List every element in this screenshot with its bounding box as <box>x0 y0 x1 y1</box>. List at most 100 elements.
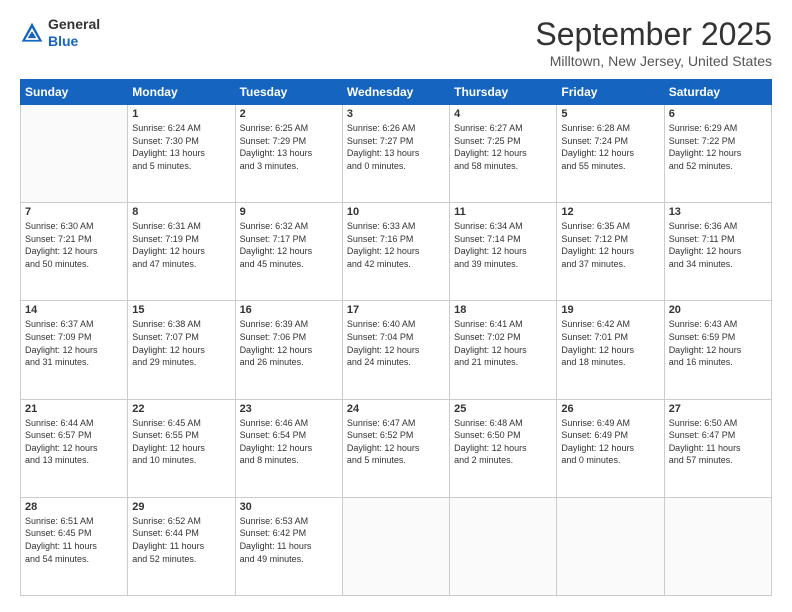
day-number: 8 <box>132 206 230 218</box>
table-row: 14 Sunrise: 6:37 AM Sunset: 7:09 PM Dayli… <box>21 301 128 399</box>
day-number: 29 <box>132 501 230 513</box>
day-info: Sunrise: 6:27 AM Sunset: 7:25 PM Dayligh… <box>454 122 552 172</box>
logo-blue: Blue <box>48 33 100 50</box>
day-number: 28 <box>25 501 123 513</box>
table-row <box>21 105 128 203</box>
day-number: 23 <box>240 403 338 415</box>
day-info: Sunrise: 6:30 AM Sunset: 7:21 PM Dayligh… <box>25 220 123 270</box>
day-info: Sunrise: 6:42 AM Sunset: 7:01 PM Dayligh… <box>561 318 659 368</box>
weekday-header-row: Sunday Monday Tuesday Wednesday Thursday… <box>21 80 772 105</box>
day-info: Sunrise: 6:45 AM Sunset: 6:55 PM Dayligh… <box>132 417 230 467</box>
table-row: 1 Sunrise: 6:24 AM Sunset: 7:30 PM Daylig… <box>128 105 235 203</box>
calendar-week-row: 21Sunrise: 6:44 AM Sunset: 6:57 PM Dayli… <box>21 399 772 497</box>
table-row: 11 Sunrise: 6:34 AM Sunset: 7:14 PM Dayli… <box>450 203 557 301</box>
table-row: 23 Sunrise: 6:46 AM Sunset: 6:54 PM Dayli… <box>235 399 342 497</box>
day-info: Sunrise: 6:24 AM Sunset: 7:30 PM Dayligh… <box>132 122 230 172</box>
table-row: 10 Sunrise: 6:33 AM Sunset: 7:16 PM Dayli… <box>342 203 449 301</box>
day-number: 27 <box>669 403 767 415</box>
table-row: 27 Sunrise: 6:50 AM Sunset: 6:47 PM Dayli… <box>664 399 771 497</box>
title-block: September 2025 Milltown, New Jersey, Uni… <box>535 16 772 69</box>
day-number: 3 <box>347 108 445 120</box>
day-info: Sunrise: 6:25 AM Sunset: 7:29 PM Dayligh… <box>240 122 338 172</box>
day-info: Sunrise: 6:47 AM Sunset: 6:52 PM Dayligh… <box>347 417 445 467</box>
day-info: Sunrise: 6:36 AM Sunset: 7:11 PM Dayligh… <box>669 220 767 270</box>
day-info: Sunrise: 6:33 AM Sunset: 7:16 PM Dayligh… <box>347 220 445 270</box>
day-number: 2 <box>240 108 338 120</box>
day-number: 7 <box>25 206 123 218</box>
calendar-week-row: 1 Sunrise: 6:24 AM Sunset: 7:30 PM Daylig… <box>21 105 772 203</box>
day-info: Sunrise: 6:48 AM Sunset: 6:50 PM Dayligh… <box>454 417 552 467</box>
table-row: 5 Sunrise: 6:28 AM Sunset: 7:24 PM Daylig… <box>557 105 664 203</box>
day-number: 18 <box>454 304 552 316</box>
day-info: Sunrise: 6:46 AM Sunset: 6:54 PM Dayligh… <box>240 417 338 467</box>
table-row: 22 Sunrise: 6:45 AM Sunset: 6:55 PM Dayli… <box>128 399 235 497</box>
logo-text: General Blue <box>48 16 100 50</box>
day-number: 17 <box>347 304 445 316</box>
table-row: 24Sunrise: 6:47 AM Sunset: 6:52 PM Dayli… <box>342 399 449 497</box>
table-row: 13 Sunrise: 6:36 AM Sunset: 7:11 PM Dayli… <box>664 203 771 301</box>
day-info: Sunrise: 6:29 AM Sunset: 7:22 PM Dayligh… <box>669 122 767 172</box>
day-info: Sunrise: 6:53 AM Sunset: 6:42 PM Dayligh… <box>240 515 338 565</box>
table-row: 20 Sunrise: 6:43 AM Sunset: 6:59 PM Dayli… <box>664 301 771 399</box>
logo: General Blue <box>20 16 100 50</box>
day-info: Sunrise: 6:43 AM Sunset: 6:59 PM Dayligh… <box>669 318 767 368</box>
day-info: Sunrise: 6:40 AM Sunset: 7:04 PM Dayligh… <box>347 318 445 368</box>
table-row <box>450 497 557 595</box>
header-sunday: Sunday <box>21 80 128 105</box>
day-number: 5 <box>561 108 659 120</box>
calendar-week-row: 28Sunrise: 6:51 AM Sunset: 6:45 PM Dayli… <box>21 497 772 595</box>
day-number: 14 <box>25 304 123 316</box>
day-info: Sunrise: 6:50 AM Sunset: 6:47 PM Dayligh… <box>669 417 767 467</box>
table-row: 18Sunrise: 6:41 AM Sunset: 7:02 PM Dayli… <box>450 301 557 399</box>
table-row: 25 Sunrise: 6:48 AM Sunset: 6:50 PM Dayli… <box>450 399 557 497</box>
table-row <box>557 497 664 595</box>
table-row: 2 Sunrise: 6:25 AM Sunset: 7:29 PM Daylig… <box>235 105 342 203</box>
table-row: 21Sunrise: 6:44 AM Sunset: 6:57 PM Dayli… <box>21 399 128 497</box>
day-number: 30 <box>240 501 338 513</box>
header-friday: Friday <box>557 80 664 105</box>
day-number: 25 <box>454 403 552 415</box>
table-row <box>664 497 771 595</box>
day-info: Sunrise: 6:52 AM Sunset: 6:44 PM Dayligh… <box>132 515 230 565</box>
day-info: Sunrise: 6:35 AM Sunset: 7:12 PM Dayligh… <box>561 220 659 270</box>
day-number: 11 <box>454 206 552 218</box>
day-number: 9 <box>240 206 338 218</box>
header: General Blue September 2025 Milltown, Ne… <box>20 16 772 69</box>
calendar-table: Sunday Monday Tuesday Wednesday Thursday… <box>20 79 772 596</box>
day-info: Sunrise: 6:37 AM Sunset: 7:09 PM Dayligh… <box>25 318 123 368</box>
day-number: 1 <box>132 108 230 120</box>
table-row: 3 Sunrise: 6:26 AM Sunset: 7:27 PM Daylig… <box>342 105 449 203</box>
table-row: 19Sunrise: 6:42 AM Sunset: 7:01 PM Dayli… <box>557 301 664 399</box>
day-number: 6 <box>669 108 767 120</box>
day-number: 22 <box>132 403 230 415</box>
day-info: Sunrise: 6:34 AM Sunset: 7:14 PM Dayligh… <box>454 220 552 270</box>
header-thursday: Thursday <box>450 80 557 105</box>
day-number: 15 <box>132 304 230 316</box>
day-info: Sunrise: 6:39 AM Sunset: 7:06 PM Dayligh… <box>240 318 338 368</box>
table-row: 16Sunrise: 6:39 AM Sunset: 7:06 PM Dayli… <box>235 301 342 399</box>
day-number: 12 <box>561 206 659 218</box>
header-wednesday: Wednesday <box>342 80 449 105</box>
day-info: Sunrise: 6:38 AM Sunset: 7:07 PM Dayligh… <box>132 318 230 368</box>
table-row: 12 Sunrise: 6:35 AM Sunset: 7:12 PM Dayli… <box>557 203 664 301</box>
day-number: 10 <box>347 206 445 218</box>
table-row: 8 Sunrise: 6:31 AM Sunset: 7:19 PM Daylig… <box>128 203 235 301</box>
day-info: Sunrise: 6:32 AM Sunset: 7:17 PM Dayligh… <box>240 220 338 270</box>
table-row <box>342 497 449 595</box>
table-row: 28Sunrise: 6:51 AM Sunset: 6:45 PM Dayli… <box>21 497 128 595</box>
day-number: 13 <box>669 206 767 218</box>
header-tuesday: Tuesday <box>235 80 342 105</box>
day-info: Sunrise: 6:31 AM Sunset: 7:19 PM Dayligh… <box>132 220 230 270</box>
header-monday: Monday <box>128 80 235 105</box>
day-number: 4 <box>454 108 552 120</box>
page: General Blue September 2025 Milltown, Ne… <box>0 0 792 612</box>
day-info: Sunrise: 6:49 AM Sunset: 6:49 PM Dayligh… <box>561 417 659 467</box>
day-info: Sunrise: 6:26 AM Sunset: 7:27 PM Dayligh… <box>347 122 445 172</box>
day-number: 20 <box>669 304 767 316</box>
day-info: Sunrise: 6:28 AM Sunset: 7:24 PM Dayligh… <box>561 122 659 172</box>
table-row: 7 Sunrise: 6:30 AM Sunset: 7:21 PM Daylig… <box>21 203 128 301</box>
header-saturday: Saturday <box>664 80 771 105</box>
table-row: 15 Sunrise: 6:38 AM Sunset: 7:07 PM Dayli… <box>128 301 235 399</box>
logo-icon <box>20 21 44 45</box>
logo-general: General <box>48 16 100 33</box>
